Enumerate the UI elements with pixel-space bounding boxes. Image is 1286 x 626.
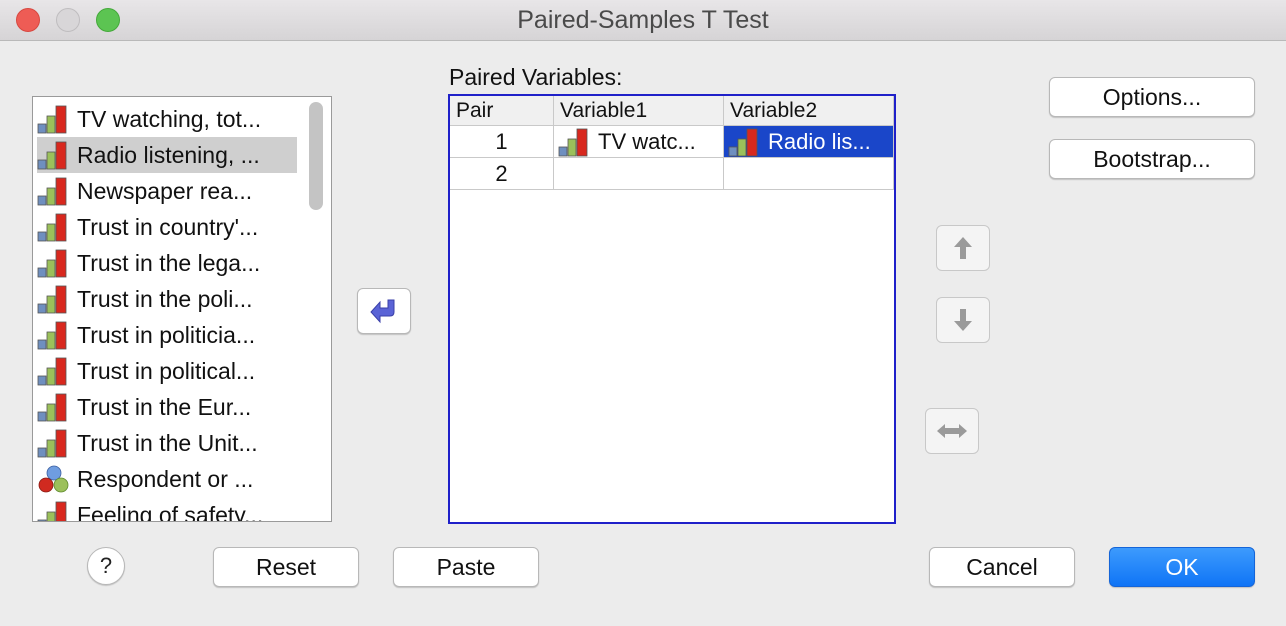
list-item[interactable]: Feeling of safety...	[37, 497, 297, 522]
bootstrap-button[interactable]: Bootstrap...	[1049, 139, 1255, 179]
list-item[interactable]: Respondent or ...	[37, 461, 297, 497]
list-item[interactable]: Trust in the poli...	[37, 281, 297, 317]
variable-label: Trust in the Unit...	[77, 429, 258, 456]
scrollbar-thumb[interactable]	[309, 102, 323, 210]
list-item[interactable]: Radio listening, ...	[37, 137, 297, 173]
swap-variables-button[interactable]	[925, 408, 979, 454]
column-header-variable2: Variable2	[724, 96, 894, 126]
cancel-button[interactable]: Cancel	[929, 547, 1075, 587]
title-bar: Paired-Samples T Test	[0, 0, 1286, 41]
variable-label: Trust in country'...	[77, 213, 259, 240]
move-up-button[interactable]	[936, 225, 990, 271]
scale-icon	[558, 128, 588, 156]
scale-icon	[37, 393, 67, 422]
move-back-arrow-icon	[370, 299, 395, 324]
scale-icon	[37, 285, 67, 314]
ok-button[interactable]: OK	[1109, 547, 1255, 587]
scale-icon	[728, 128, 758, 156]
variable-label: Radio listening, ...	[77, 141, 260, 168]
table-row-pair-number[interactable]: 2	[450, 158, 554, 190]
pair-1-variable2-cell[interactable]: Radio lis...	[724, 126, 894, 158]
move-variable-button[interactable]	[357, 288, 411, 334]
arrow-up-icon	[954, 237, 972, 259]
move-down-button[interactable]	[936, 297, 990, 343]
pair-1-variable1-label: TV watc...	[598, 128, 696, 154]
scale-icon	[37, 177, 67, 206]
variable-label: Feeling of safety...	[77, 501, 264, 522]
swap-horizontal-icon	[937, 424, 967, 438]
help-button[interactable]: ?	[87, 547, 125, 585]
variable-label: Trust in political...	[77, 357, 256, 384]
scale-icon	[37, 249, 67, 278]
scale-icon	[37, 213, 67, 242]
reset-button[interactable]: Reset	[213, 547, 359, 587]
list-item[interactable]: Trust in the lega...	[37, 245, 297, 281]
list-item[interactable]: Trust in political...	[37, 353, 297, 389]
variable-label: Trust in the poli...	[77, 285, 253, 312]
pair-1-variable2-label: Radio lis...	[768, 128, 871, 154]
scale-icon	[37, 501, 67, 521]
paired-variables-table[interactable]: Pair Variable1 Variable2 1 TV watc... Ra…	[448, 94, 896, 524]
variable-label: Respondent or ...	[77, 465, 254, 492]
list-item[interactable]: Trust in country'...	[37, 209, 297, 245]
pair-2-variable1-cell[interactable]	[554, 158, 724, 190]
source-variable-list[interactable]: Feeling of safety... Respondent or ... Tru…	[32, 96, 332, 522]
scale-icon	[37, 141, 67, 170]
list-item[interactable]: TV watching, tot...	[37, 101, 297, 137]
scale-icon	[37, 429, 67, 458]
scale-icon	[37, 357, 67, 386]
list-item[interactable]: Trust in the Eur...	[37, 389, 297, 425]
variable-label: Newspaper rea...	[77, 177, 253, 204]
scrollbar[interactable]	[305, 99, 327, 519]
variable-label: Trust in politicia...	[77, 321, 256, 348]
scale-icon	[37, 105, 67, 134]
variable-label: TV watching, tot...	[77, 105, 262, 132]
list-item[interactable]: Trust in the Unit...	[37, 425, 297, 461]
nominal-icon	[38, 465, 69, 493]
options-button[interactable]: Options...	[1049, 77, 1255, 117]
list-item[interactable]: Trust in politicia...	[37, 317, 297, 353]
paste-button[interactable]: Paste	[393, 547, 539, 587]
window-title: Paired-Samples T Test	[517, 6, 769, 34]
variable-label: Trust in the Eur...	[77, 393, 252, 420]
variable-label: Trust in the lega...	[77, 249, 261, 276]
arrow-down-icon	[954, 309, 972, 331]
pair-2-variable2-cell[interactable]	[724, 158, 894, 190]
table-row-pair-number[interactable]: 1	[450, 126, 554, 158]
column-header-variable1: Variable1	[554, 96, 724, 126]
column-header-pair: Pair	[450, 96, 554, 126]
scale-icon	[37, 321, 67, 350]
list-item[interactable]: Newspaper rea...	[37, 173, 297, 209]
pair-1-variable1-cell[interactable]: TV watc...	[554, 126, 724, 158]
paired-variables-label: Paired Variables:	[449, 64, 623, 90]
